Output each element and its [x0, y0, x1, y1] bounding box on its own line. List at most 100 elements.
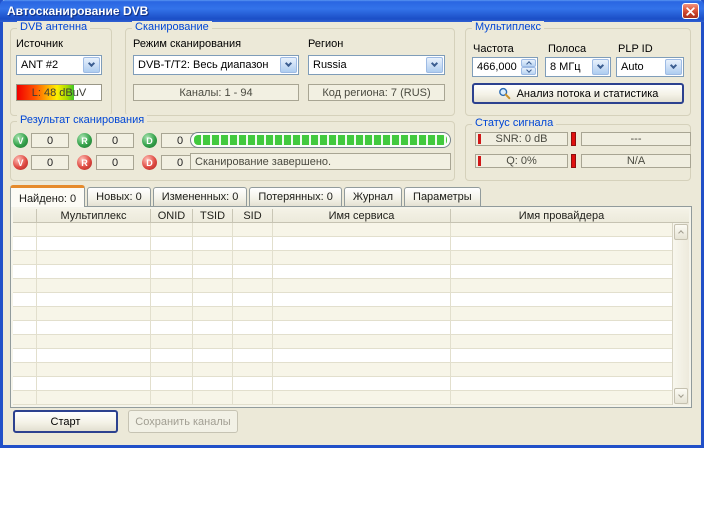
radio-lost-icon: R	[77, 155, 92, 170]
column-header-service[interactable]: Имя сервиса	[273, 209, 451, 222]
region-select[interactable]: Russia	[308, 55, 445, 75]
source-label: Источник	[16, 38, 63, 50]
plp-select[interactable]: Auto	[616, 57, 684, 77]
title-bar[interactable]: Автосканирование DVB	[0, 0, 704, 22]
scan-mode-dropdown-button[interactable]	[280, 57, 297, 73]
quality-red-bar	[571, 154, 576, 168]
table-body[interactable]	[13, 223, 689, 405]
chevron-up-icon	[678, 230, 684, 236]
band-label: Полоса	[548, 43, 586, 55]
region-value: Russia	[309, 56, 425, 74]
close-button[interactable]	[682, 3, 699, 19]
frequency-label: Частота	[473, 43, 514, 55]
column-header-onid[interactable]: ONID	[151, 209, 193, 222]
scan-mode-select[interactable]: DVB-T/T2: Весь диапазон	[133, 55, 299, 75]
column-header-provider[interactable]: Имя провайдера	[451, 209, 672, 222]
tab-changed[interactable]: Измененных: 0	[153, 187, 248, 206]
data-found-icon: D	[142, 133, 157, 148]
scan-status-field: Сканирование завершено.	[190, 153, 451, 170]
tab-found[interactable]: Найдено: 0	[10, 185, 85, 207]
channels-info-field: Каналы: 1 - 94	[133, 84, 299, 101]
table-row	[13, 391, 672, 405]
band-dropdown-button[interactable]	[592, 59, 609, 75]
signal-group-label: Статус сигнала	[472, 117, 556, 129]
tab-journal[interactable]: Журнал	[344, 187, 402, 206]
scan-progress-fill	[194, 135, 447, 145]
table-row	[13, 377, 672, 391]
autoscan-dialog: Автосканирование DVB DVB антенна Источни…	[0, 0, 704, 448]
chevron-down-icon	[431, 60, 438, 67]
plp-value: Auto	[617, 58, 664, 76]
video-lost-count: 0	[31, 155, 69, 170]
source-dropdown-button[interactable]	[83, 57, 100, 73]
save-channels-button: Сохранить каналы	[128, 410, 238, 433]
window-title: Автосканирование DVB	[0, 4, 148, 18]
chevron-down-icon	[670, 62, 677, 69]
snr-level-mini-bar	[478, 134, 481, 144]
snr-field: SNR: 0 dB	[475, 132, 568, 146]
source-value: ANT #2	[17, 56, 82, 74]
plp-dropdown-button[interactable]	[665, 59, 682, 75]
scroll-up-button[interactable]	[674, 224, 688, 240]
table-header: Мультиплекс ONID TSID SID Имя сервиса Им…	[13, 209, 689, 223]
analyze-stream-label: Анализ потока и статистика	[517, 88, 659, 100]
column-header-tsid[interactable]: TSID	[193, 209, 233, 222]
signal-level-text: L: 48 dBuV	[17, 85, 101, 100]
table-row	[13, 279, 672, 293]
table-row	[13, 349, 672, 363]
scan-group-label: Сканирование	[132, 21, 212, 33]
table-row	[13, 251, 672, 265]
tab-new[interactable]: Новых: 0	[87, 187, 151, 206]
signal-level-indicator: L: 48 dBuV	[16, 84, 102, 101]
source-select[interactable]: ANT #2	[16, 55, 102, 75]
region-dropdown-button[interactable]	[426, 57, 443, 73]
chevron-down-icon	[285, 60, 292, 67]
magnifier-icon	[498, 87, 511, 100]
chevron-down-icon	[597, 62, 604, 69]
scan-mode-label: Режим сканирования	[133, 38, 241, 50]
snr-red-bar	[571, 132, 576, 146]
analyze-stream-button[interactable]: Анализ потока и статистика	[472, 83, 684, 104]
snr-label: SNR: 0 dB	[496, 133, 548, 145]
radio-lost-count: 0	[96, 155, 134, 170]
radio-found-count: 0	[96, 133, 134, 148]
column-header-select[interactable]	[13, 209, 37, 222]
quality-level-mini-bar	[478, 156, 481, 166]
data-lost-icon: D	[142, 155, 157, 170]
result-group: Результат сканирования	[10, 121, 455, 181]
band-select[interactable]: 8 МГц	[545, 57, 611, 77]
video-lost-icon: V	[13, 155, 28, 170]
video-found-count: 0	[31, 133, 69, 148]
table-row	[13, 307, 672, 321]
region-code-field: Код региона: 7 (RUS)	[308, 84, 445, 101]
chevron-down-icon	[526, 67, 532, 73]
chevron-down-icon	[678, 392, 684, 398]
frequency-input[interactable]: 466,000	[472, 57, 538, 77]
plp-label: PLP ID	[618, 43, 653, 55]
quality-label: Q: 0%	[506, 155, 537, 167]
tab-parameters[interactable]: Параметры	[404, 187, 481, 206]
table-row	[13, 265, 672, 279]
vertical-scrollbar[interactable]	[672, 223, 689, 405]
start-button[interactable]: Старт	[13, 410, 118, 433]
column-header-multiplex[interactable]: Мультиплекс	[37, 209, 151, 222]
channels-table: Мультиплекс ONID TSID SID Имя сервиса Им…	[13, 209, 689, 405]
frequency-down-button[interactable]	[521, 67, 536, 75]
snr-value-field: ---	[581, 132, 691, 146]
table-row	[13, 321, 672, 335]
column-header-sid[interactable]: SID	[233, 209, 273, 222]
mux-group-label: Мультиплекс	[472, 21, 544, 33]
tab-lost[interactable]: Потерянных: 0	[249, 187, 342, 206]
close-icon	[686, 7, 695, 16]
radio-found-icon: R	[77, 133, 92, 148]
tab-bar: Найдено: 0 Новых: 0 Измененных: 0 Потеря…	[10, 185, 483, 206]
quality-field: Q: 0%	[475, 154, 568, 168]
chevron-down-icon	[88, 60, 95, 67]
scroll-down-button[interactable]	[674, 388, 688, 404]
quality-value-field: N/A	[581, 154, 691, 168]
scan-progress-bar	[190, 132, 451, 148]
table-row	[13, 293, 672, 307]
region-label: Регион	[308, 38, 343, 50]
antenna-group-label: DVB антенна	[17, 21, 90, 33]
band-value: 8 МГц	[546, 58, 591, 76]
